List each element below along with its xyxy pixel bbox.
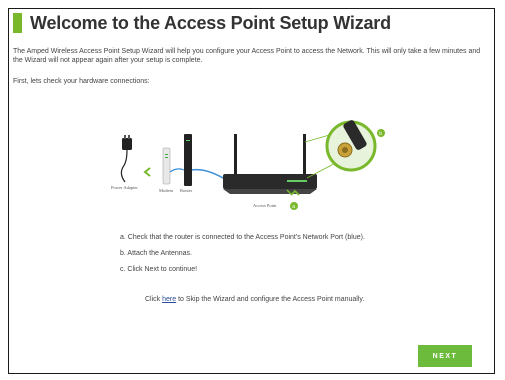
modem-icon [162,147,171,185]
router-icon [184,134,192,186]
title-accent-bar [13,13,22,33]
hardware-check-heading: First, lets check your hardware connecti… [13,78,150,85]
hardware-connection-diagram: Power Adapter Modem Router a Access Poin… [111,120,385,210]
skip-wizard-text: Click here to Skip the Wizard and config… [145,296,364,303]
router-label: Router [180,188,193,193]
marker-a: a [292,204,295,210]
green-arrow-icon [143,167,151,177]
skip-suffix: to Skip the Wizard and configure the Acc… [176,296,365,303]
instruction-a: a. Check that the router is connected to… [120,234,365,241]
antenna-callout: b [377,129,385,137]
intro-text: The Amped Wireless Access Point Setup Wi… [13,48,481,64]
modem-cable [169,168,185,173]
skip-wizard-link[interactable]: here [162,296,176,303]
page-header: Welcome to the Access Point Setup Wizard [13,13,391,33]
instruction-b: b. Attach the Antennas. [120,250,192,257]
instruction-c: c. Click Next to continue! [120,266,198,273]
skip-prefix: Click [145,296,163,303]
access-point-icon [223,134,317,194]
antenna-port-zoom [325,120,377,172]
page-title: Welcome to the Access Point Setup Wizard [30,12,391,33]
power-adapter-label: Power Adapter [111,185,138,190]
next-button[interactable]: NEXT [418,345,472,367]
access-point-label: Access Point [253,203,277,208]
marker-b: b [379,131,382,137]
power-adapter-icon [120,135,132,183]
modem-label: Modem [159,188,173,193]
